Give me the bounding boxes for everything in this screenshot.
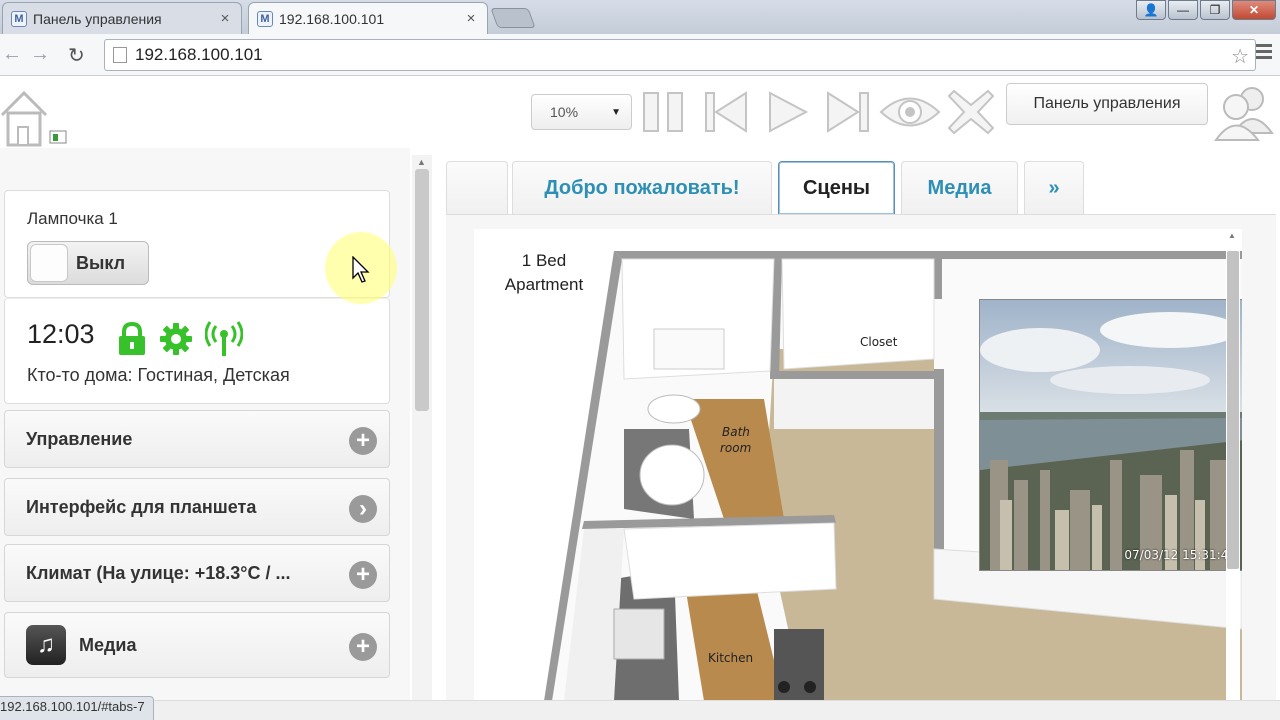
accordion-label: Интерфейс для планшета	[26, 496, 257, 517]
clock-time: 12:03	[27, 319, 95, 349]
reload-icon[interactable]: ↻	[68, 43, 85, 68]
favicon-icon: M	[257, 10, 273, 27]
window-controls: 👤 — ❐ ✕	[1136, 0, 1276, 20]
accordion-climate[interactable]: Климат (На улице: +18.3°C / ... +	[4, 544, 390, 602]
tab-content: 1 Bed Apartment Closet Bath room Kitchen	[446, 214, 1276, 701]
sidebar-scrollbar[interactable]: ▲	[412, 155, 432, 700]
accordion-tablet-interface[interactable]: Интерфейс для планшета ›	[4, 478, 390, 536]
new-tab-button[interactable]	[490, 8, 536, 28]
status-card: 12:03 Кто-то дома: Гостиная, Детская	[4, 298, 390, 404]
app-header: 10% ▼ Панель управления	[0, 77, 1280, 147]
browser-tab-ip[interactable]: M 192.168.100.101 ×	[248, 2, 488, 34]
lamp-toggle[interactable]: Выкл	[27, 241, 149, 285]
camera-feed[interactable]: 07/03/12 15:31:49	[979, 299, 1242, 571]
floorplan[interactable]: 1 Bed Apartment Closet Bath room Kitchen	[474, 229, 1242, 701]
plus-icon[interactable]: +	[349, 427, 377, 455]
browser-toolbar: ← → ↻ 192.168.100.101 ☆	[0, 34, 1280, 76]
bookmark-star-icon[interactable]: ☆	[1231, 44, 1249, 69]
gear-icon	[160, 323, 192, 355]
eye-icon[interactable]	[878, 87, 942, 137]
scrollbar-thumb[interactable]	[1227, 251, 1239, 569]
skip-forward-icon[interactable]	[824, 87, 872, 137]
lock-icon	[119, 322, 145, 355]
page-icon	[113, 47, 127, 63]
address-url: 192.168.100.101	[135, 45, 263, 64]
floorplan-scrollbar[interactable]: ▲	[1226, 229, 1240, 701]
floorplan-title: 1 Bed Apartment	[484, 249, 604, 297]
arrow-right-icon[interactable]: ›	[349, 495, 377, 523]
plus-icon[interactable]: +	[349, 633, 377, 661]
close-tab-icon[interactable]: ×	[217, 10, 233, 27]
play-icon[interactable]	[764, 87, 812, 137]
main-panel: Добро пожаловать! Сцены Медиа » 1 Bed Ap…	[432, 148, 1280, 701]
close-tab-icon[interactable]: ×	[463, 10, 479, 27]
browser-tab-control-panel[interactable]: M Панель управления ×	[2, 2, 242, 34]
room-label-kitchen: Kitchen	[708, 651, 754, 665]
zoom-select[interactable]: 10% ▼	[531, 94, 632, 130]
tab-scenes[interactable]: Сцены	[778, 161, 895, 215]
scroll-up-icon[interactable]: ▲	[417, 157, 426, 167]
mouse-cursor-icon	[352, 256, 370, 283]
browser-tab-title: 192.168.100.101	[279, 10, 385, 27]
page-bottom-bar	[0, 700, 1280, 720]
users-icon[interactable]	[1214, 85, 1276, 141]
back-arrow-icon[interactable]: ←	[2, 43, 22, 66]
accordion-label: Климат (На улице: +18.3°C / ...	[26, 562, 291, 583]
scroll-up-icon[interactable]: ▲	[1228, 231, 1236, 240]
status-url-bubble: 192.168.100.101/#tabs-7	[0, 696, 154, 720]
toggle-label: Выкл	[76, 253, 126, 273]
room-label-bath: Bath	[722, 425, 750, 439]
browser-tab-title: Панель управления	[33, 10, 162, 27]
maximize-button[interactable]: ❐	[1200, 0, 1230, 20]
pause-icon[interactable]	[640, 87, 688, 137]
camera-timestamp: 07/03/12 15:31:49	[1124, 548, 1236, 562]
toggle-knob	[30, 244, 68, 282]
presence-text: Кто-то дома: Гостиная, Детская	[27, 365, 290, 385]
address-bar[interactable]: 192.168.100.101 ☆	[104, 39, 1256, 71]
browser-menu-icon[interactable]	[1256, 44, 1272, 59]
camera-image	[980, 300, 1242, 570]
floorplan-title-line2: Apartment	[504, 275, 584, 294]
room-label-closet: Closet	[860, 335, 898, 349]
home-icon[interactable]	[0, 83, 70, 149]
plus-icon[interactable]: +	[349, 561, 377, 589]
accordion-label: Медиа	[79, 634, 137, 655]
tab-more[interactable]: »	[1024, 161, 1084, 215]
browser-tab-strip: M Панель управления × M 192.168.100.101 …	[0, 0, 1280, 34]
zoom-value: 10%	[550, 104, 579, 120]
room-label-room: room	[720, 441, 752, 455]
sidebar: Лампочка 1 Выкл 12:03 Кто-то дома: Гости…	[0, 148, 410, 700]
close-window-button[interactable]: ✕	[1232, 0, 1276, 20]
forward-arrow-icon[interactable]: →	[30, 43, 50, 66]
wireless-icon	[205, 321, 243, 356]
control-panel-button[interactable]: Панель управления	[1006, 83, 1208, 125]
tab-welcome[interactable]: Добро пожаловать!	[512, 161, 772, 215]
status-icons	[117, 321, 243, 357]
skip-back-icon[interactable]	[702, 87, 750, 137]
floorplan-title-line1: 1 Bed	[521, 251, 567, 270]
music-icon: ♫	[26, 625, 66, 665]
chevron-down-icon: ▼	[611, 106, 621, 118]
tab-blank[interactable]	[446, 161, 508, 215]
user-icon[interactable]: 👤	[1136, 0, 1166, 20]
lamp-title: Лампочка 1	[27, 209, 118, 228]
tab-media[interactable]: Медиа	[901, 161, 1018, 215]
accordion-media[interactable]: ♫ Медиа +	[4, 612, 390, 678]
close-icon[interactable]	[946, 87, 996, 137]
scrollbar-thumb[interactable]	[415, 169, 429, 411]
accordion-label: Управление	[26, 428, 133, 449]
favicon-icon: M	[11, 10, 27, 27]
minimize-button[interactable]: —	[1168, 0, 1198, 20]
accordion-control[interactable]: Управление +	[4, 410, 390, 468]
